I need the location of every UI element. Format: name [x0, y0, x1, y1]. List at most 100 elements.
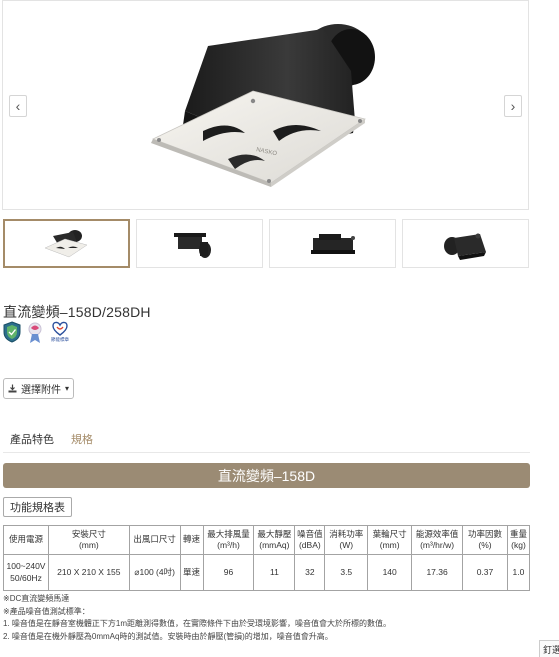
spec-header-text: (mm) [379, 540, 400, 550]
spec-header-text: 能源效率值 [415, 528, 459, 539]
spec-cell-text: 210 X 210 X 155 [57, 566, 121, 577]
spec-cell: 100~240V 50/60Hz [3, 554, 49, 591]
spec-cell: 單速 [179, 554, 204, 591]
download-icon [8, 384, 17, 393]
spec-cell-text: 140 [382, 566, 397, 577]
spec-cell: 0.37 [462, 554, 508, 591]
chevron-left-icon: ‹ [15, 98, 21, 114]
model-heading: 直流變頻–158D [217, 467, 316, 484]
gallery-next-button[interactable]: › [504, 95, 522, 117]
thumb-front[interactable] [3, 219, 130, 268]
spec-header-text: (mmAq) [259, 540, 290, 550]
thumb-front-image [43, 229, 88, 257]
spec-header-cell: 最大靜壓 (mmAq) [253, 525, 296, 555]
spec-cell: 3.5 [324, 554, 369, 591]
note-item-2: 2. 噪音值是在機外靜壓為0mmAq時的測試值。安裝時由於靜壓(管損)的增加，噪… [3, 631, 333, 641]
spec-header-cell: 噪音值 (dBA) [294, 525, 326, 555]
spec-header-cell: 轉速 [179, 525, 204, 555]
spec-header-text: 出風口尺寸 [133, 534, 176, 545]
model-heading-bar: 直流變頻–158D [3, 463, 530, 488]
note-item-1: 1. 噪音值是在靜音室機體正下方1m距離測得數值，在實際條件下由於受環境影響，噪… [3, 619, 392, 628]
note-dc-motor: ※DC直流變頻馬達 [3, 594, 70, 603]
energy-label-badge: 節能標章 [49, 321, 71, 345]
tab-specs[interactable]: 規格 [71, 431, 93, 447]
spec-header-text: (m³/hr/w) [420, 540, 455, 550]
thumbnail-strip [3, 219, 530, 269]
table-row: 100~240V 50/60Hz 210 X 210 X 155 ⌀100 (4吋) 單… [3, 554, 531, 591]
spec-cell: 17.36 [411, 554, 464, 591]
spec-cell: 1.0 [506, 554, 531, 591]
thumb-side[interactable] [136, 219, 263, 268]
product-image-gallery: NASKO ‹ › [2, 0, 529, 210]
thumb-back-image [310, 233, 355, 254]
spec-header-text: (kg) [511, 540, 526, 550]
spec-header-text: 最大靜壓 [257, 528, 292, 539]
spec-cell-text: ⌀100 (4吋) [134, 566, 175, 577]
spec-header-text: 安裝尺寸 [71, 528, 106, 539]
spec-cell-text: 100~240V [6, 561, 46, 572]
product-tabs: 產品特色 規格 [10, 431, 93, 447]
thumb-angle-image [443, 233, 486, 260]
thumb-side-image [173, 232, 211, 258]
tab-features[interactable]: 產品特色 [10, 431, 54, 447]
spec-cell: 210 X 210 X 155 [47, 554, 130, 591]
spec-header-text: (%) [478, 540, 492, 550]
gallery-prev-button[interactable]: ‹ [9, 95, 27, 117]
spec-header-text: (m³/h) [217, 540, 240, 550]
spec-table-label: 功能規格表 [10, 502, 65, 514]
shield-badge-icon [3, 321, 21, 343]
spec-table-header-row: 使用電源 安裝尺寸 (mm) 出風口尺寸 轉速 最大排風量 (m³/h) 最大靜壓 (mmAq)… [3, 525, 531, 555]
spec-header-cell: 最大排風量 (m³/h) [202, 525, 255, 555]
spec-cell-text: 11 [269, 566, 279, 577]
spec-header-text: 葉輪尺寸 [372, 528, 407, 539]
spec-header-cell: 消耗功率 (W) [324, 525, 369, 555]
spec-cell-text: 17.36 [426, 566, 448, 577]
thumb-back[interactable] [269, 219, 396, 268]
spec-header-cell: 使用電源 [3, 525, 49, 555]
spec-header-cell: 能源效率值 (m³/hr/w) [411, 525, 464, 555]
spec-cell: ⌀100 (4吋) [128, 554, 181, 591]
spec-cell-text: 1.0 [512, 566, 525, 577]
select-accessory-label: 選擇附件 [20, 385, 61, 396]
spec-table-button[interactable]: 功能規格表 [3, 497, 72, 517]
spec-header-text: 重量 [509, 528, 527, 539]
spec-cell-text: 單速 [183, 566, 201, 577]
spec-table: 使用電源 安裝尺寸 (mm) 出風口尺寸 轉速 最大排風量 (m³/h) 最大靜壓 (mmAq)… [3, 525, 531, 591]
energy-label-text: 節能標章 [51, 337, 69, 342]
spec-header-text: 最大排風量 [207, 528, 250, 539]
caret-down-icon: ▾ [64, 384, 69, 393]
spec-header-text: 使用電源 [8, 534, 43, 545]
spec-header-text: 轉速 [183, 534, 201, 545]
spec-cell: 32 [294, 554, 326, 591]
spec-header-cell: 出風口尺寸 [128, 525, 181, 555]
spec-header-text: 消耗功率 [329, 528, 364, 539]
notes-block: ※DC直流變頻馬達 ※產品噪音值測試標準： 1. 噪音值是在靜音室機體正下方1m… [3, 593, 391, 643]
spec-cell: 11 [253, 554, 296, 591]
certification-badges: 節能標章 [3, 321, 71, 347]
spec-header-text: 功率因數 [467, 528, 502, 539]
floating-pin-tab[interactable]: 釘選 [539, 640, 559, 657]
spec-header-cell: 重量 (kg) [506, 525, 531, 555]
floating-pin-label: 釘選 [543, 644, 559, 655]
thumb-angle[interactable] [402, 219, 529, 268]
energy-label-icon [52, 321, 68, 336]
select-accessory-button[interactable]: 選擇附件 ▾ [3, 378, 74, 399]
spec-header-text: (W) [339, 540, 354, 550]
spec-header-text: (mm) [78, 540, 99, 550]
spec-header-cell: 葉輪尺寸 (mm) [367, 525, 413, 555]
spec-cell: 140 [367, 554, 413, 591]
spec-header-cell: 功率因數 (%) [462, 525, 508, 555]
spec-cell: 96 [202, 554, 255, 591]
chevron-right-icon: › [510, 98, 516, 114]
award-badge-icon [28, 322, 42, 343]
spec-header-cell: 安裝尺寸 (mm) [47, 525, 130, 555]
spec-cell-text: 50/60Hz [10, 572, 42, 583]
product-main-image: NASKO [151, 24, 375, 187]
spec-cell-text: 3.5 [340, 566, 353, 577]
spec-cell-text: 0.37 [476, 566, 494, 577]
spec-cell-text: 96 [223, 566, 234, 577]
spec-cell-text: 32 [305, 566, 315, 577]
note-noise-standard: ※產品噪音值測試標準： [3, 606, 90, 616]
product-title: 直流變頻–158D/258DH [3, 304, 151, 320]
tabs-divider [3, 452, 530, 453]
